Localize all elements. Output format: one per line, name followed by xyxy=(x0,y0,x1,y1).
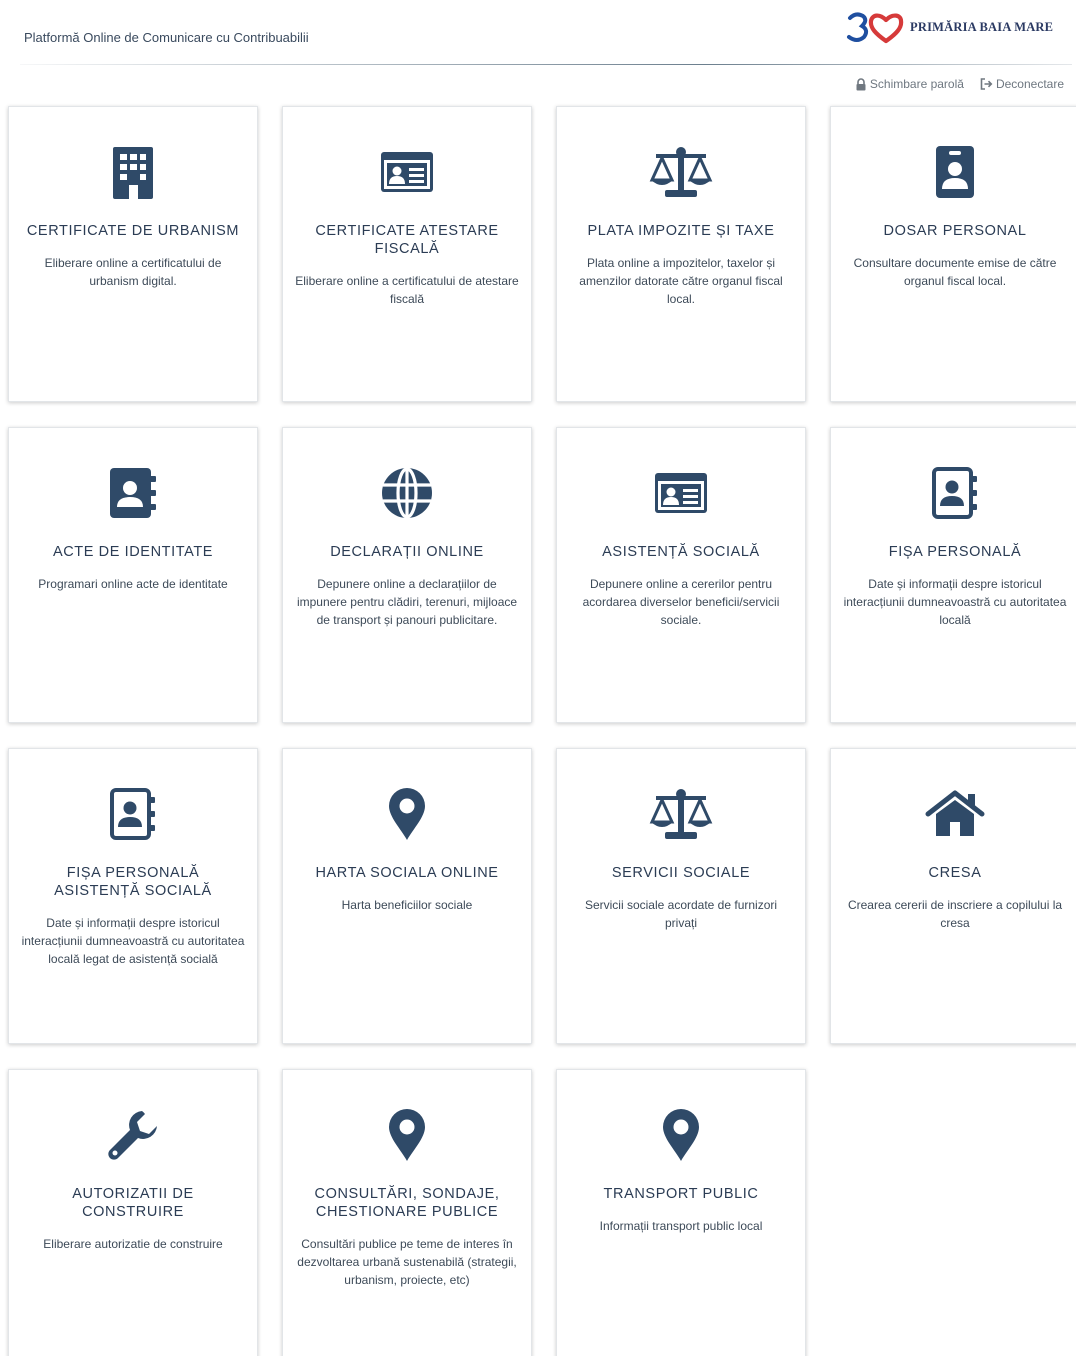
lock-icon xyxy=(856,77,866,90)
card-title: PLATA IMPOZITE ȘI TAXE xyxy=(587,223,775,239)
card-title: CERTIFICATE DE URBANISM xyxy=(26,223,240,239)
logout-label: Deconectare xyxy=(995,77,1064,91)
card-title: ASISTENȚĂ SOCIALĂ xyxy=(602,544,760,560)
page-header: Platformă Online de Comunicare cu Contri… xyxy=(0,0,1076,66)
card-description: Eliberare autorizatie de construire xyxy=(43,1237,223,1251)
platform-title: Platformă Online de Comunicare cu Contri… xyxy=(24,30,309,45)
scale-icon xyxy=(649,789,713,839)
card-title: FIȘA PERSONALĂ ASISTENȚĂ SOCIALĂ xyxy=(54,865,212,899)
card-plata-impozite[interactable]: PLATA IMPOZITE ȘI TAXE Plata online a im… xyxy=(556,106,806,402)
globe-icon xyxy=(382,467,432,519)
primaria-logo[interactable]: PRIMĂRIA BAIA MARE xyxy=(846,10,1053,44)
card-transport-public[interactable]: TRANSPORT PUBLIC Informații transport pu… xyxy=(556,1069,806,1356)
card-description: Depunere online a declarațiilor de impun… xyxy=(296,577,518,627)
card-description: Informații transport public local xyxy=(599,1219,763,1233)
logout-link[interactable]: Deconectare xyxy=(980,77,1064,91)
id-card-icon xyxy=(655,473,707,513)
card-title: SERVICII SOCIALE xyxy=(611,865,751,881)
card-cresa[interactable]: CRESA Crearea cererii de inscriere a cop… xyxy=(830,748,1076,1044)
card-declaratii-online[interactable]: DECLARAȚII ONLINE Depunere online a decl… xyxy=(282,427,532,723)
card-certificate-urbanism[interactable]: CERTIFICATE DE URBANISM Eliberare online… xyxy=(8,106,258,402)
card-description: Date și informații despre istoricul inte… xyxy=(21,916,245,966)
card-title: FIȘA PERSONALĂ xyxy=(888,544,1022,560)
card-title: CERTIFICATE ATESTARE FISCALĂ xyxy=(315,223,499,257)
card-title: DOSAR PERSONAL xyxy=(883,223,1027,239)
card-description: Date și informații despre istoricul inte… xyxy=(843,577,1067,627)
card-description: Eliberare online a certificatului de urb… xyxy=(44,256,222,288)
card-description: Crearea cererii de inscriere a copilului… xyxy=(847,898,1063,930)
map-marker-icon xyxy=(389,1109,425,1161)
card-title: HARTA SOCIALA ONLINE xyxy=(315,865,499,881)
card-servicii-sociale[interactable]: SERVICII SOCIALE Servicii sociale acorda… xyxy=(556,748,806,1044)
card-title: CRESA xyxy=(928,865,982,881)
id-card-icon xyxy=(381,152,433,192)
home-icon xyxy=(925,790,985,836)
card-acte-identitate[interactable]: ACTE DE IDENTITATE Programari online act… xyxy=(8,427,258,723)
card-title: DECLARAȚII ONLINE xyxy=(330,544,484,560)
card-description: Depunere online a cererilor pentru acord… xyxy=(582,577,780,627)
card-description: Plata online a impozitelor, taxelor și a… xyxy=(579,256,783,306)
user-bar: Schimbare parolă Deconectare xyxy=(855,77,1064,91)
address-book-outline-icon xyxy=(110,788,155,840)
card-consultari-publice[interactable]: CONSULTĂRI, SONDAJE, CHESTIONARE PUBLICE… xyxy=(282,1069,532,1356)
building-icon xyxy=(113,147,153,199)
card-description: Eliberare online a certificatului de ate… xyxy=(295,274,519,306)
card-harta-sociala[interactable]: HARTA SOCIALA ONLINE Harta beneficiilor … xyxy=(282,748,532,1044)
logo-text: PRIMĂRIA BAIA MARE xyxy=(910,19,1054,34)
map-marker-icon xyxy=(663,1109,699,1161)
address-book-outline-icon xyxy=(932,467,977,519)
card-fisa-personala-asistenta[interactable]: FIȘA PERSONALĂ ASISTENȚĂ SOCIALĂ Date și… xyxy=(8,748,258,1044)
card-description: Consultare documente emise de către orga… xyxy=(853,256,1057,288)
header-divider xyxy=(20,64,1072,65)
card-autorizatii-construire[interactable]: AUTORIZATII DE CONSTRUIRE Eliberare auto… xyxy=(8,1069,258,1356)
card-description: Consultări publice pe teme de interes în… xyxy=(297,1237,517,1287)
card-description: Servicii sociale acordate de furnizori p… xyxy=(584,898,778,930)
card-dosar-personal[interactable]: DOSAR PERSONAL Consultare documente emis… xyxy=(830,106,1076,402)
card-certificate-atestare-fiscala[interactable]: CERTIFICATE ATESTARE FISCALĂ Eliberare o… xyxy=(282,106,532,402)
card-title: ACTE DE IDENTITATE xyxy=(52,544,214,560)
sign-out-icon xyxy=(980,78,993,90)
address-book-icon xyxy=(110,468,156,518)
change-password-link[interactable]: Schimbare parolă xyxy=(855,77,964,91)
scale-icon xyxy=(649,147,713,197)
card-fisa-personala[interactable]: FIȘA PERSONALĂ Date și informații despre… xyxy=(830,427,1076,723)
change-password-label: Schimbare parolă xyxy=(869,77,964,91)
card-description: Harta beneficiilor sociale xyxy=(341,898,473,912)
map-marker-icon xyxy=(389,788,425,840)
wrench-icon xyxy=(108,1111,157,1160)
card-description: Programari online acte de identitate xyxy=(38,577,228,591)
card-title: AUTORIZATII DE CONSTRUIRE xyxy=(72,1186,194,1220)
card-title: TRANSPORT PUBLIC xyxy=(603,1186,759,1202)
id-badge-icon xyxy=(936,146,974,198)
heart-30-logo-icon xyxy=(847,12,904,44)
card-asistenta-sociala[interactable]: ASISTENȚĂ SOCIALĂ Depunere online a cere… xyxy=(556,427,806,723)
card-title: CONSULTĂRI, SONDAJE, CHESTIONARE PUBLICE xyxy=(314,1186,500,1220)
